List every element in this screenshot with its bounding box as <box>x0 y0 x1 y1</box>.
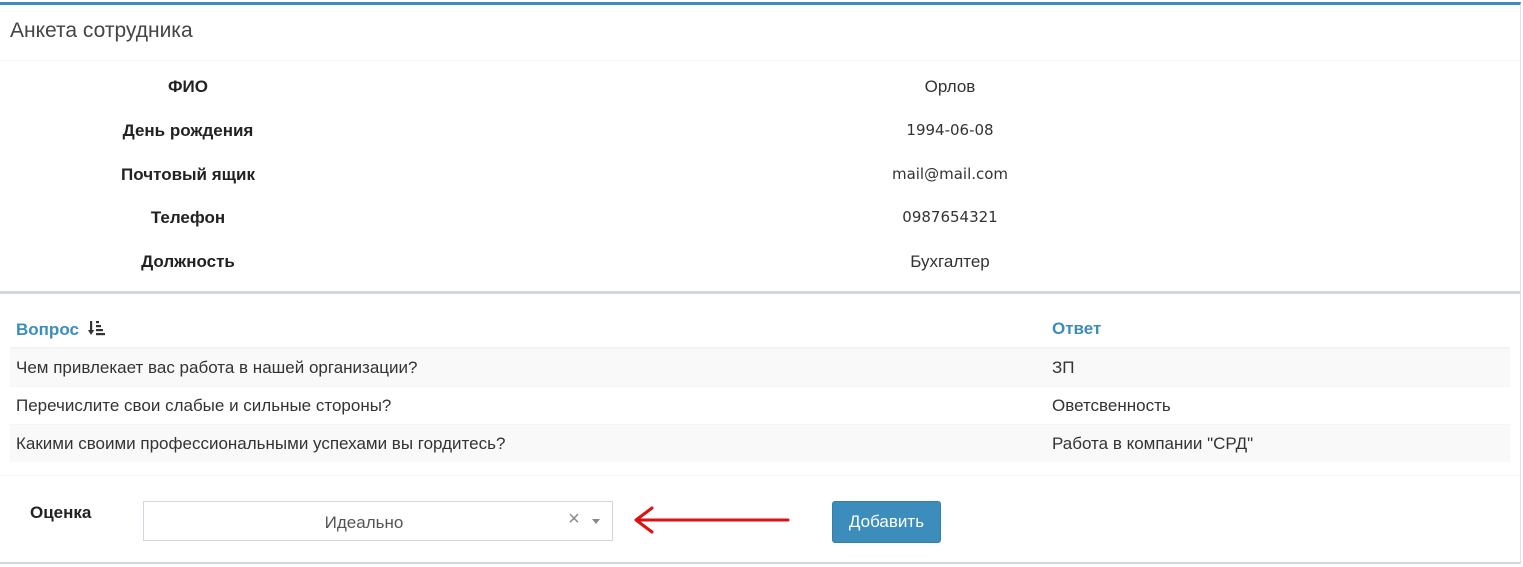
footer-divider <box>0 475 1520 476</box>
question-cell: Чем привлекает вас работа в нашей органи… <box>10 347 1046 387</box>
profile-value: Бухгалтер <box>910 252 990 271</box>
chevron-down-icon[interactable] <box>592 519 600 524</box>
column-header-label: Вопрос <box>16 319 79 339</box>
table-row: Чем привлекает вас работа в нашей органи… <box>10 347 1510 387</box>
profile-value: Орлов <box>924 77 976 96</box>
question-cell: Перечислите свои слабые и сильные сторон… <box>10 386 1046 425</box>
annotation-arrow-icon <box>634 506 790 534</box>
profile-row-name: ФИО Орлов <box>0 77 1520 101</box>
panel-title: Анкета сотрудника <box>10 19 193 42</box>
profile-row-birthday: День рождения 1994-06-08 <box>0 121 1520 145</box>
section-divider <box>0 291 1520 294</box>
table-header-row: Вопрос Ответ <box>10 311 1510 349</box>
profile-row-email: Почтовый ящик mail@mail.com <box>0 165 1520 189</box>
answer-cell: Оветсвенность <box>1046 386 1510 425</box>
profile-value: 0987654321 <box>902 208 998 226</box>
column-header-label: Ответ <box>1052 319 1102 338</box>
profile-label: Телефон <box>150 208 226 227</box>
profile-row-phone: Телефон 0987654321 <box>0 208 1520 232</box>
employee-questionnaire-panel: Анкета сотрудника ФИО Орлов День рождени… <box>0 2 1521 564</box>
sort-amount-desc-icon[interactable] <box>87 319 106 337</box>
answer-cell: Работа в компании "СРД" <box>1046 424 1510 462</box>
profile-row-position: Должность Бухгалтер <box>0 252 1520 276</box>
table-row: Перечислите свои слабые и сильные сторон… <box>10 386 1510 425</box>
questions-table: Вопрос Ответ Чем привлекает вас работа в… <box>10 311 1510 462</box>
profile-value: mail@mail.com <box>891 165 1009 183</box>
column-header-question[interactable]: Вопрос <box>10 311 1046 349</box>
clear-icon[interactable]: × <box>565 508 583 530</box>
profile-label: ФИО <box>168 77 208 96</box>
profile-label: День рождения <box>122 121 254 140</box>
rating-label: Оценка <box>30 503 92 522</box>
profile-label: Должность <box>141 252 235 271</box>
header-divider <box>0 60 1520 61</box>
answer-cell: ЗП <box>1046 347 1510 387</box>
rating-select[interactable]: Идеально × <box>143 501 613 541</box>
question-cell: Какими своими профессиональными успехами… <box>10 424 1046 462</box>
profile-value: 1994-06-08 <box>906 121 994 139</box>
add-button[interactable]: Добавить <box>832 501 941 543</box>
profile-label: Почтовый ящик <box>121 165 255 184</box>
column-header-answer[interactable]: Ответ <box>1046 311 1510 349</box>
table-row: Какими своими профессиональными успехами… <box>10 424 1510 462</box>
rating-selected-value: Идеально <box>324 513 404 532</box>
